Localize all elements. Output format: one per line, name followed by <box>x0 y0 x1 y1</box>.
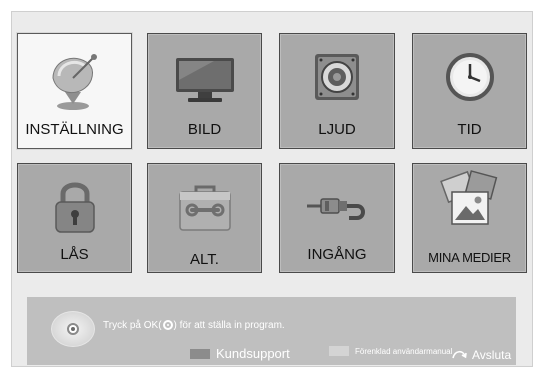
support-color-key-icon <box>190 348 210 359</box>
clock-icon <box>443 50 497 109</box>
help-bar: Tryck på OK( ) för att ställa in program.… <box>27 297 516 365</box>
support-legend[interactable]: Kundsupport <box>190 346 290 361</box>
satellite-dish-icon <box>45 50 105 117</box>
toolbox-icon <box>176 182 234 239</box>
tile-label: ALT. <box>190 251 219 268</box>
help-instruction: Tryck på OK( ) för att ställa in program. <box>103 320 285 331</box>
tile-label: BILD <box>187 121 222 138</box>
tile-label: LÅS <box>60 246 89 263</box>
ok-symbol-icon <box>162 320 173 330</box>
padlock-icon <box>52 178 98 241</box>
manual-legend[interactable]: Förenklad användarmanual <box>329 346 452 356</box>
media-photos-icon <box>438 170 502 237</box>
tile-alt[interactable]: ALT. <box>147 163 262 273</box>
tile-ljud[interactable]: LJUD <box>279 33 395 149</box>
support-label: Kundsupport <box>216 346 290 361</box>
cable-plug-icon <box>305 186 369 235</box>
tile-label: INSTÄLLNING <box>25 121 124 138</box>
navigation-dial-icon <box>51 311 95 347</box>
instruction-suffix: ) för att ställa in program. <box>173 320 285 331</box>
tile-label: MINA MEDIER <box>428 250 511 265</box>
exit-legend[interactable]: Avsluta <box>451 346 511 364</box>
tile-label: LJUD <box>318 121 356 138</box>
tile-tid[interactable]: TID <box>412 33 527 149</box>
tile-bild[interactable]: BILD <box>147 33 262 149</box>
instruction-prefix: Tryck på OK( <box>103 320 162 331</box>
tv-monitor-icon <box>174 50 236 111</box>
ok-button-icon <box>67 323 79 335</box>
tile-label: INGÅNG <box>307 246 367 263</box>
tile-installning[interactable]: INSTÄLLNING <box>17 33 132 149</box>
tile-ingang[interactable]: INGÅNG <box>279 163 395 273</box>
manual-color-key-icon <box>329 346 349 356</box>
tile-label: TID <box>457 121 482 138</box>
manual-label: Förenklad användarmanual <box>355 346 453 356</box>
tile-las[interactable]: LÅS <box>17 163 132 273</box>
exit-label: Avsluta <box>472 348 512 362</box>
speaker-icon <box>311 50 363 111</box>
exit-back-icon <box>451 346 467 364</box>
tile-mina-medier[interactable]: MINA MEDIER <box>412 163 527 273</box>
